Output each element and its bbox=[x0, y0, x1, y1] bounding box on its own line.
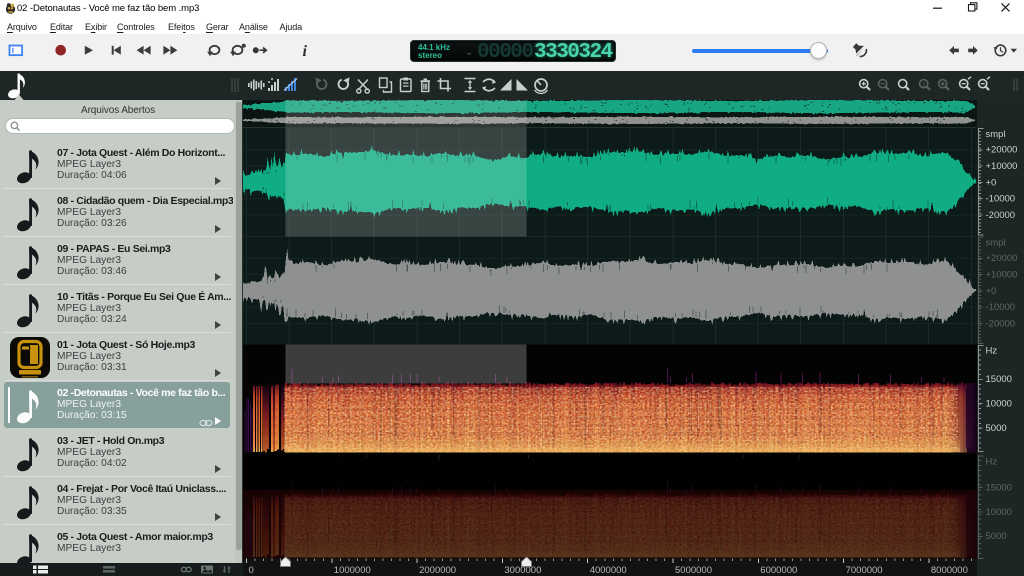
svg-text:+20000: +20000 bbox=[986, 253, 1018, 264]
svg-text:Hz: Hz bbox=[986, 346, 998, 357]
svg-text:1000000: 1000000 bbox=[334, 565, 371, 576]
svg-text:7000000: 7000000 bbox=[846, 565, 883, 576]
svg-text:-10000: -10000 bbox=[986, 194, 1016, 205]
svg-text:5000: 5000 bbox=[986, 423, 1007, 434]
svg-text:1: 1 bbox=[922, 82, 926, 89]
svg-text:-20000: -20000 bbox=[986, 210, 1016, 221]
svg-text:8000000: 8000000 bbox=[931, 565, 968, 576]
svg-text:smpl: smpl bbox=[986, 129, 1006, 140]
svg-text:+10000: +10000 bbox=[986, 161, 1018, 172]
svg-text:+20000: +20000 bbox=[986, 145, 1018, 156]
svg-text:15000: 15000 bbox=[986, 374, 1012, 385]
svg-text:5000000: 5000000 bbox=[675, 565, 712, 576]
svg-text:4000000: 4000000 bbox=[590, 565, 627, 576]
svg-text:Hz: Hz bbox=[986, 456, 998, 467]
svg-text:smpl: smpl bbox=[986, 237, 1006, 248]
svg-text:-20000: -20000 bbox=[986, 318, 1016, 329]
svg-text:+0: +0 bbox=[986, 177, 997, 188]
svg-text:5000: 5000 bbox=[986, 531, 1007, 542]
svg-text:6000000: 6000000 bbox=[760, 565, 797, 576]
svg-text:10000: 10000 bbox=[986, 507, 1012, 518]
svg-text:0: 0 bbox=[249, 565, 254, 576]
svg-text:15000: 15000 bbox=[986, 482, 1012, 493]
svg-text:+10000: +10000 bbox=[986, 270, 1018, 281]
svg-text:i: i bbox=[303, 43, 308, 60]
svg-text:-10000: -10000 bbox=[986, 302, 1016, 313]
svg-text:2000000: 2000000 bbox=[419, 565, 456, 576]
svg-text:+0: +0 bbox=[986, 286, 997, 297]
svg-text:10000: 10000 bbox=[986, 399, 1012, 410]
